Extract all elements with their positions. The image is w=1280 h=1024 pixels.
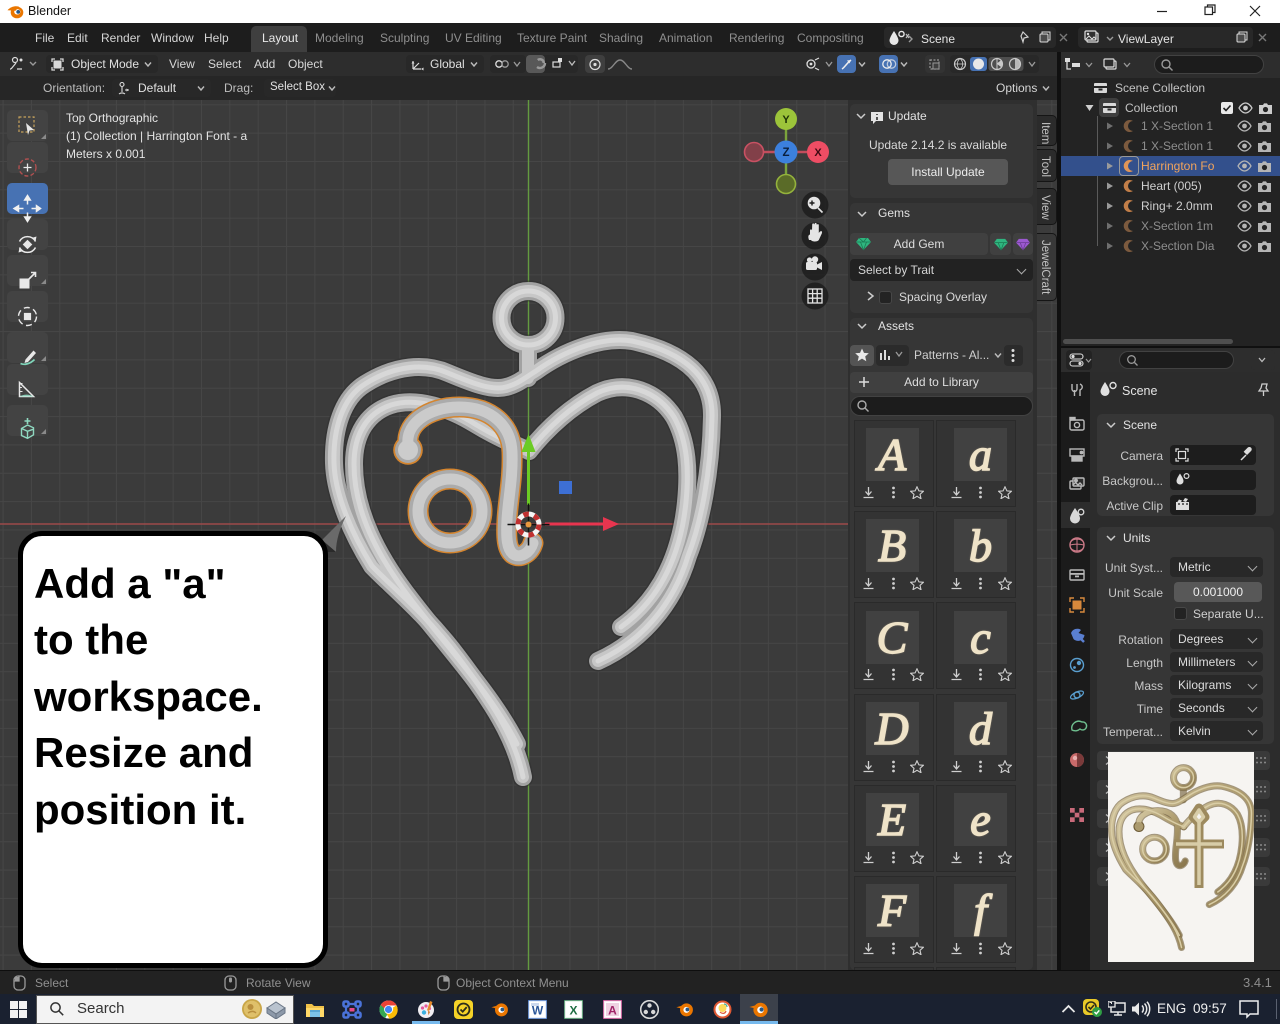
svg-text:Z: Z [782, 147, 789, 159]
svg-text:Y: Y [782, 114, 790, 126]
svg-text:X: X [569, 1004, 577, 1018]
svg-text:X: X [814, 147, 822, 159]
svg-text:W: W [532, 1004, 544, 1018]
svg-text:A: A [608, 1004, 617, 1018]
